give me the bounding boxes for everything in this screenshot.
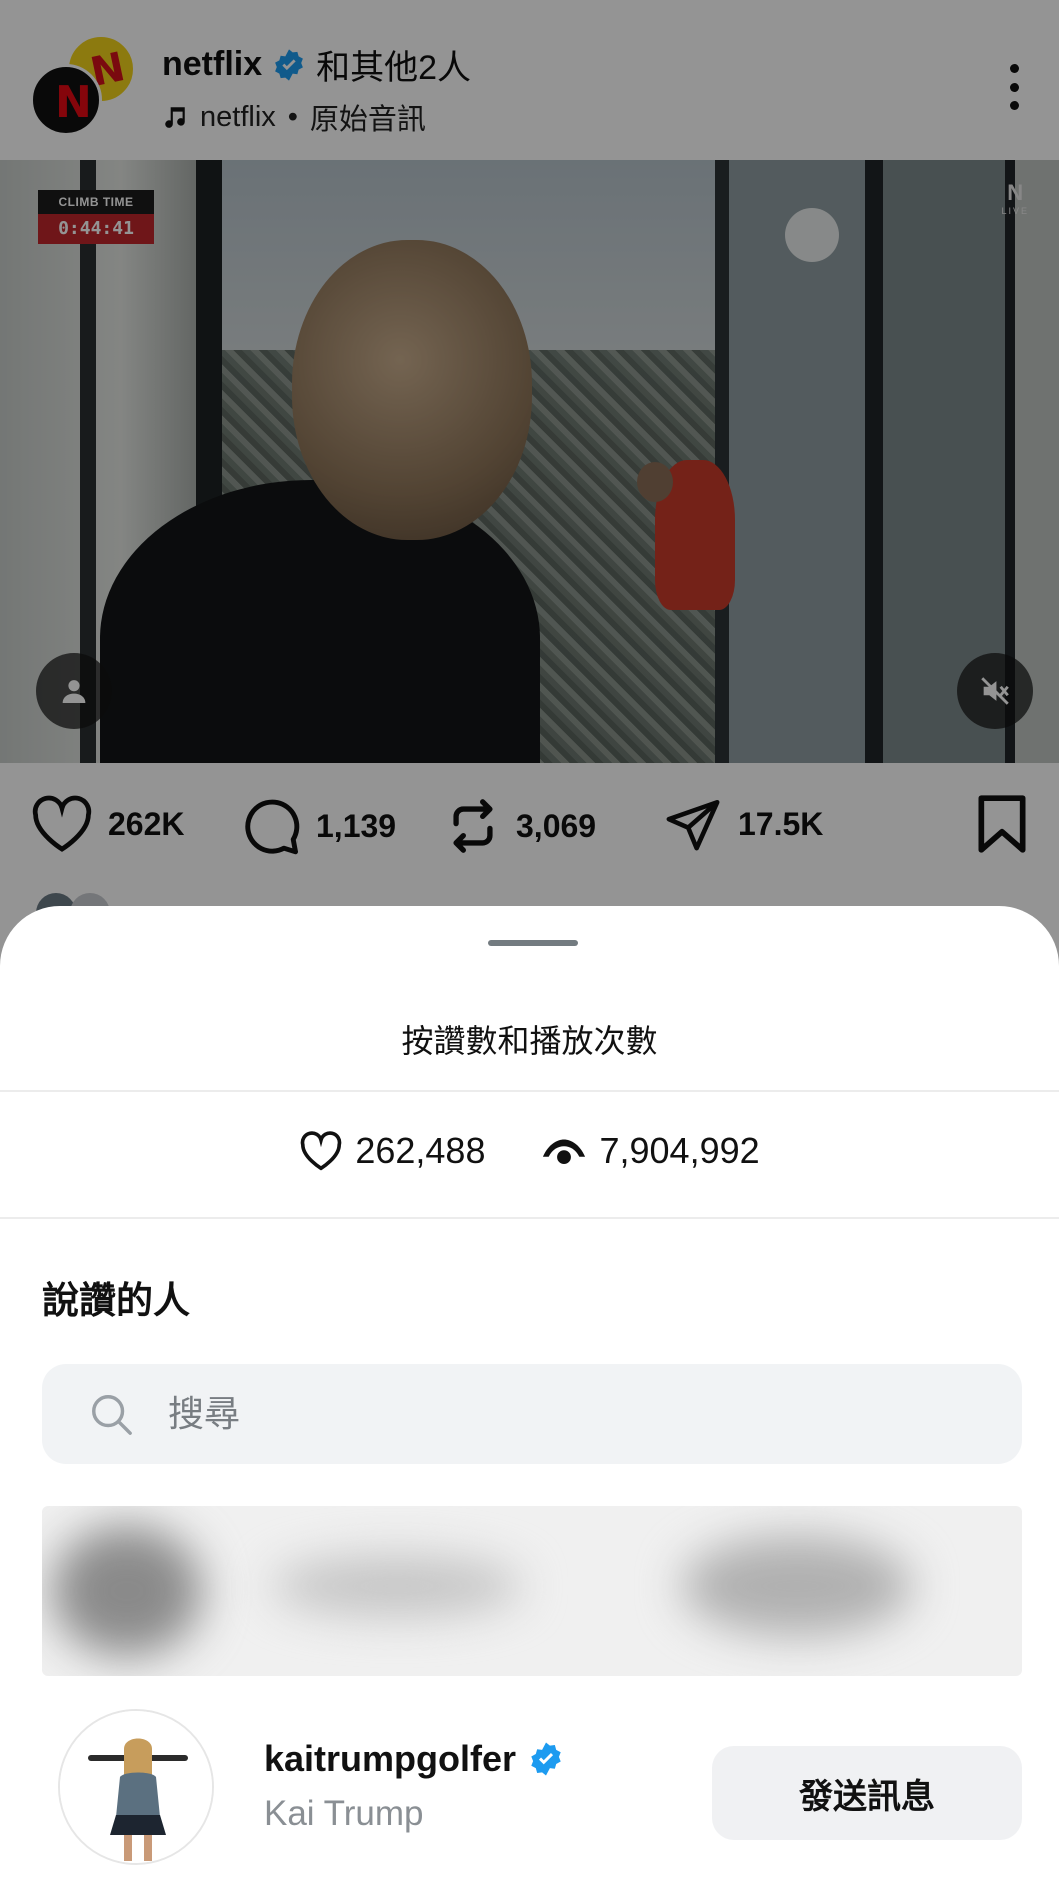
share-count: 17.5K bbox=[738, 805, 824, 842]
climb-time-badge: CLIMB TIME 0:44:41 bbox=[38, 190, 154, 248]
video-person-body bbox=[100, 480, 540, 763]
climb-time-label: CLIMB TIME bbox=[38, 190, 154, 214]
post-username[interactable]: netflix bbox=[162, 45, 262, 84]
post-audio[interactable]: netflix • 原始音訊 bbox=[162, 96, 426, 138]
video-climber-head bbox=[637, 462, 673, 502]
tagged-people-button[interactable] bbox=[36, 653, 112, 729]
post-header: N N netflix 和其他2人 netflix • 原始音訊 bbox=[0, 0, 1059, 160]
blurred-list-item[interactable] bbox=[42, 1506, 1022, 1676]
audio-separator: • bbox=[287, 100, 298, 133]
likers-search[interactable] bbox=[42, 1364, 1022, 1464]
live-logo-letter: N bbox=[1007, 180, 1024, 205]
heart-icon bbox=[301, 1131, 342, 1171]
speaker-muted-icon bbox=[981, 677, 1009, 705]
heart-icon bbox=[32, 795, 92, 852]
post-stats: 262,488 7,904,992 bbox=[0, 1130, 1059, 1172]
view-total: 7,904,992 bbox=[599, 1130, 760, 1171]
music-note-icon bbox=[165, 107, 185, 128]
view-stat: 7,904,992 bbox=[541, 1130, 760, 1172]
comment-count: 1,139 bbox=[316, 807, 397, 844]
audio-label: 原始音訊 bbox=[309, 104, 426, 136]
eye-icon bbox=[543, 1139, 586, 1165]
repost-count: 3,069 bbox=[516, 807, 597, 844]
netflix-avatar: N bbox=[30, 64, 102, 136]
coauthor-avatars[interactable]: N N bbox=[30, 34, 138, 142]
like-stat: 262,488 bbox=[299, 1130, 485, 1172]
post-video[interactable]: CLIMB TIME 0:44:41 N LIVE bbox=[0, 160, 1059, 763]
like-button[interactable]: 262K bbox=[30, 795, 185, 853]
likes-sheet: 按讚數和播放次數 262,488 7,904,992 說讚的人 搜尋 kaitr… bbox=[0, 906, 1059, 1883]
more-options-icon[interactable] bbox=[1007, 64, 1021, 110]
send-icon bbox=[666, 799, 720, 851]
repost-button[interactable]: 3,069 bbox=[444, 795, 596, 857]
like-count: 262K bbox=[108, 805, 185, 842]
repost-icon bbox=[453, 799, 493, 853]
video-sun-reflection bbox=[785, 208, 839, 262]
user-full-name: Kai Trump bbox=[264, 1794, 424, 1833]
search-icon bbox=[92, 1395, 132, 1435]
divider bbox=[0, 1217, 1059, 1219]
netflix-live-logo: N LIVE bbox=[1001, 180, 1029, 216]
live-logo-text: LIVE bbox=[1001, 206, 1029, 216]
share-button[interactable]: 17.5K bbox=[662, 795, 823, 853]
video-person-head bbox=[292, 240, 532, 540]
verified-badge-icon bbox=[275, 48, 304, 81]
username[interactable]: kaitrumpgolfer bbox=[264, 1738, 516, 1780]
audio-artist: netflix bbox=[200, 100, 276, 133]
sheet-title: 按讚數和播放次數 bbox=[401, 1023, 658, 1059]
save-button[interactable] bbox=[975, 793, 1029, 855]
climb-time-value: 0:44:41 bbox=[38, 214, 154, 244]
post-coauthors[interactable]: 和其他2人 bbox=[316, 40, 471, 89]
list-item[interactable]: kaitrumpgolfer Kai Trump 發送訊息 bbox=[0, 1704, 1059, 1874]
comment-button[interactable]: 1,139 bbox=[240, 795, 396, 857]
verified-badge-icon bbox=[531, 1742, 561, 1776]
user-photo bbox=[60, 1711, 212, 1863]
bookmark-icon bbox=[978, 795, 1026, 853]
mute-button[interactable] bbox=[957, 653, 1033, 729]
comment-bubble-icon bbox=[245, 799, 300, 855]
send-message-button[interactable]: 發送訊息 bbox=[712, 1746, 1022, 1840]
user-name-line[interactable]: kaitrumpgolfer bbox=[264, 1738, 564, 1780]
divider bbox=[0, 1090, 1059, 1092]
sheet-drag-handle[interactable] bbox=[488, 940, 578, 946]
like-total: 262,488 bbox=[355, 1130, 486, 1171]
post-actions: 262K 1,139 3,069 17.5K bbox=[0, 763, 1059, 933]
likers-section-title: 說讚的人 bbox=[42, 1280, 190, 1321]
person-icon bbox=[62, 680, 86, 703]
post-author[interactable]: netflix 和其他2人 bbox=[162, 40, 471, 89]
avatar[interactable] bbox=[58, 1709, 214, 1865]
search-input[interactable] bbox=[168, 1393, 948, 1435]
